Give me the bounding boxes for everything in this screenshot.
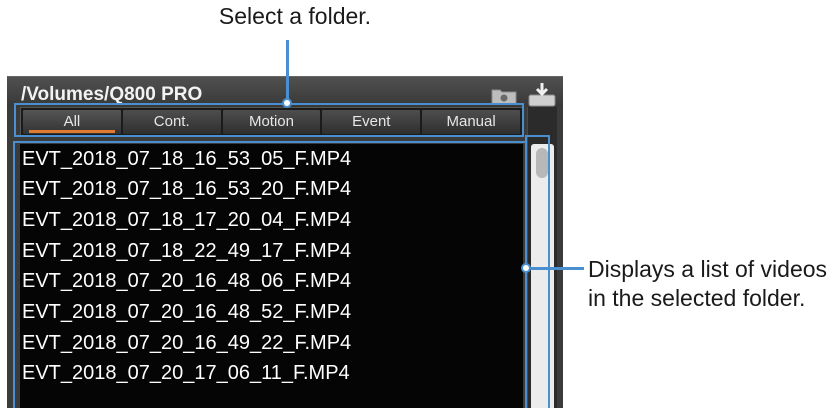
callout-select-folder: Select a folder. — [218, 3, 372, 29]
video-file-list: EVT_2018_07_18_16_53_05_F.MP4 EVT_2018_0… — [20, 144, 523, 408]
callout-video-list-line2: in the selected folder. — [588, 285, 806, 311]
callout-video-list-line1: Displays a list of videos — [588, 256, 828, 282]
list-item[interactable]: EVT_2018_07_20_16_48_06_F.MP4 — [22, 269, 351, 293]
folder-tabs: All Cont. Motion Event Manual — [20, 107, 523, 137]
tab-cont[interactable]: Cont. — [122, 110, 221, 134]
callout-leader-line-right — [528, 267, 584, 270]
tab-manual[interactable]: Manual — [422, 110, 520, 134]
download-icon[interactable] — [527, 81, 557, 107]
tab-motion[interactable]: Motion — [222, 110, 321, 134]
callout-anchor-dot-right — [521, 263, 531, 273]
list-item[interactable]: EVT_2018_07_20_16_48_52_F.MP4 — [22, 300, 351, 324]
list-item[interactable]: EVT_2018_07_20_17_06_11_F.MP4 — [22, 361, 350, 385]
folder-icon[interactable] — [491, 87, 517, 105]
list-item[interactable]: EVT_2018_07_18_16_53_20_F.MP4 — [22, 177, 351, 201]
tab-all[interactable]: All — [23, 110, 121, 134]
list-item[interactable]: EVT_2018_07_18_22_49_17_F.MP4 — [22, 239, 351, 263]
list-item[interactable]: EVT_2018_07_18_17_20_04_F.MP4 — [22, 208, 351, 232]
list-item[interactable]: EVT_2018_07_20_16_49_22_F.MP4 — [22, 331, 351, 355]
tab-event[interactable]: Event — [322, 110, 421, 134]
file-list-scrollbar[interactable] — [531, 144, 554, 408]
path-title: /Volumes/Q800 PRO — [21, 84, 203, 105]
callout-leader-line-top — [286, 40, 289, 102]
list-item[interactable]: EVT_2018_07_18_16_53_05_F.MP4 — [22, 147, 351, 171]
viewer-window: /Volumes/Q800 PRO All Cont. Motion Event… — [7, 76, 563, 408]
scrollbar-thumb[interactable] — [536, 148, 548, 178]
callout-video-list: Displays a list of videos in the selecte… — [588, 255, 840, 313]
callout-anchor-dot-top — [282, 98, 292, 108]
